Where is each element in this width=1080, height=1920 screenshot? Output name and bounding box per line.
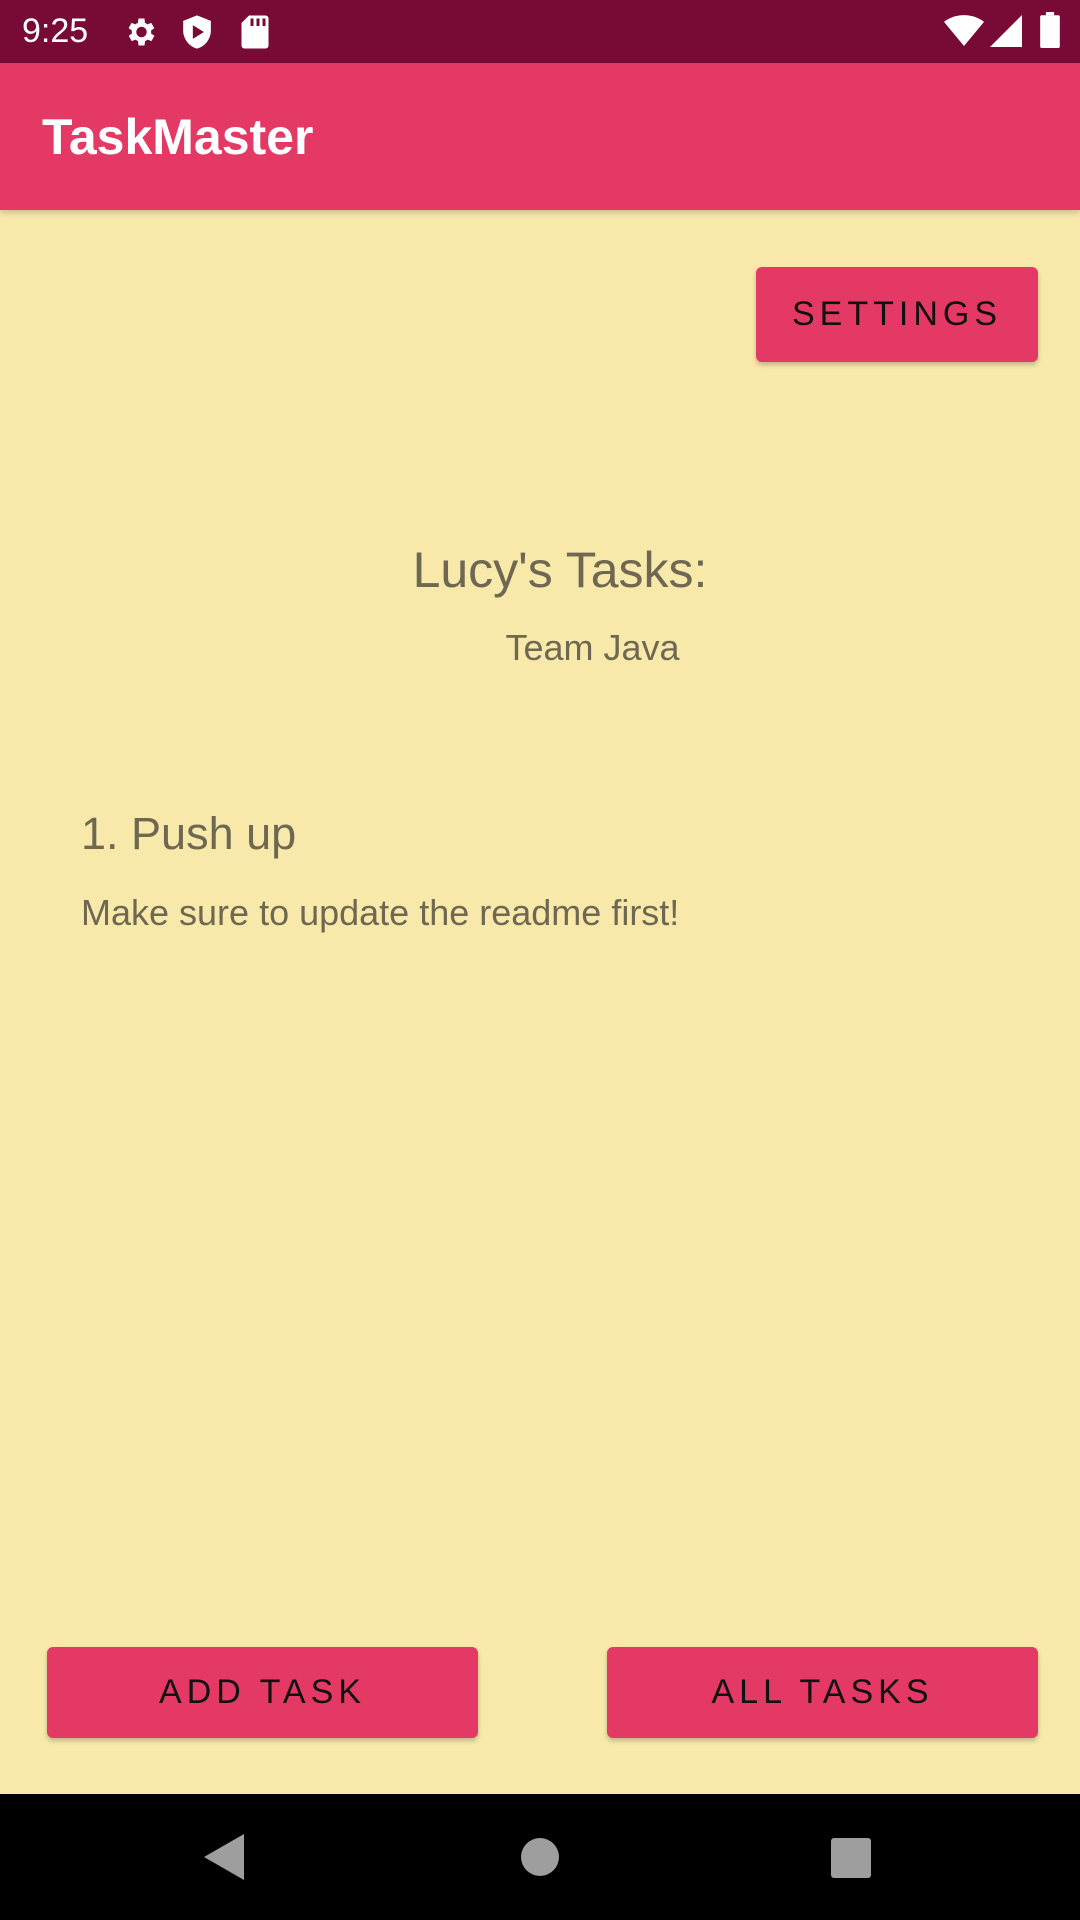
battery-icon xyxy=(1040,12,1060,52)
home-icon[interactable] xyxy=(520,1837,560,1881)
tasks-heading: Lucy's Tasks: xyxy=(412,542,708,598)
navigation-bar xyxy=(0,1794,1080,1920)
all-tasks-button[interactable]: ALL TASKS xyxy=(607,1647,1038,1738)
back-icon[interactable] xyxy=(204,1834,244,1884)
sd-card-icon xyxy=(240,14,270,54)
status-time: 9:25 xyxy=(22,12,89,50)
add-task-button[interactable]: ADD TASK xyxy=(47,1647,478,1738)
gear-icon xyxy=(122,14,158,54)
status-bar: 9:25 xyxy=(0,0,1080,63)
settings-button[interactable]: SETTINGS xyxy=(756,267,1038,362)
app-bar: TaskMaster xyxy=(0,63,1080,210)
shield-icon xyxy=(180,14,214,54)
task-title-text: Push up xyxy=(131,808,297,859)
recents-icon[interactable] xyxy=(831,1838,871,1882)
task-title: 1. Push up xyxy=(81,806,981,862)
app-title: TaskMaster xyxy=(42,109,314,165)
signal-icon xyxy=(990,14,1022,52)
task-number: 1. xyxy=(81,808,119,859)
task-body: Make sure to update the readme first! xyxy=(81,892,680,933)
list-item[interactable]: 1. Push up Make sure to update the readm… xyxy=(81,806,981,936)
wifi-icon xyxy=(944,14,984,52)
team-name: Team Java xyxy=(505,627,680,668)
